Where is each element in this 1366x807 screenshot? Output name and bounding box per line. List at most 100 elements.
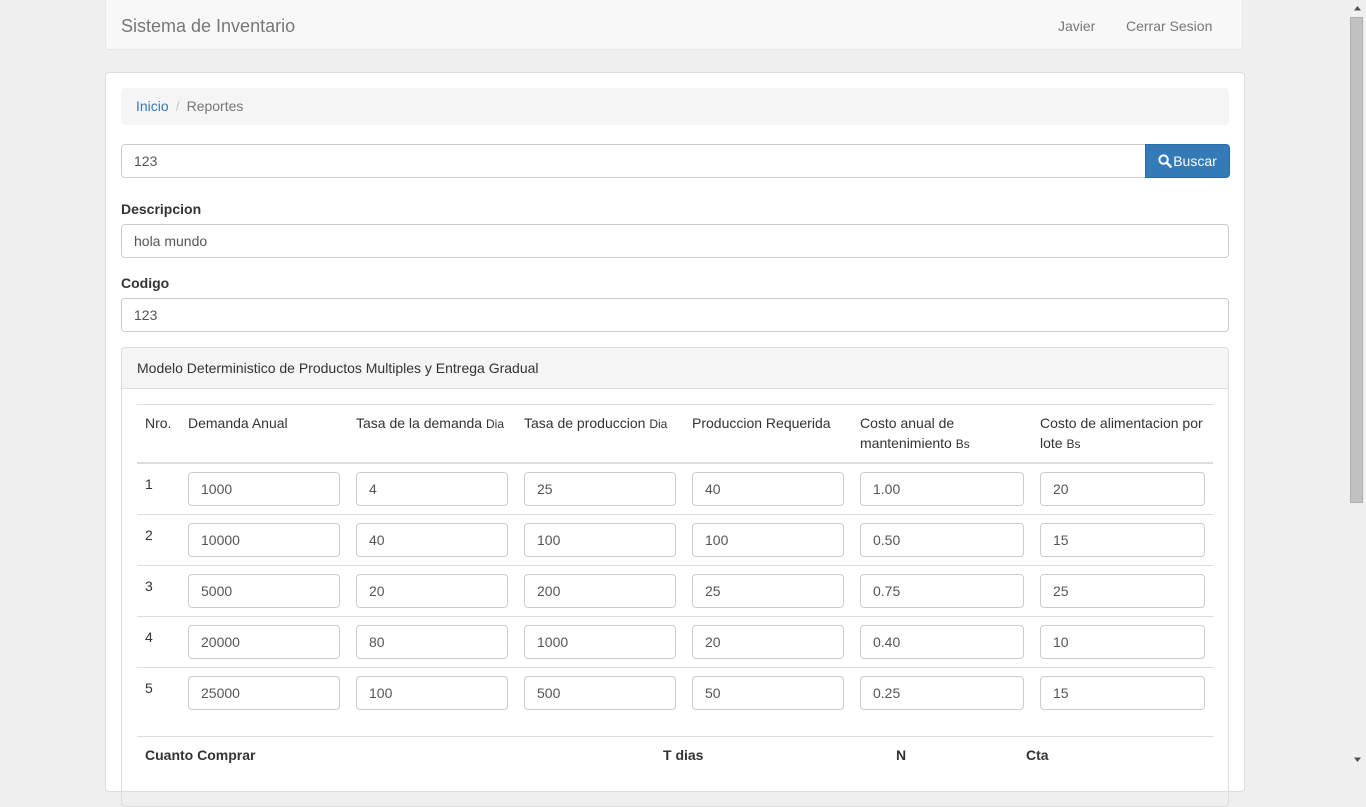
row-number: 4 [137, 616, 180, 668]
table-cell [852, 514, 1032, 566]
table-cell [348, 463, 516, 515]
tasa-demanda-input[interactable] [356, 472, 508, 506]
produccion-requerida-input[interactable] [692, 523, 844, 557]
table-row: 5 [137, 667, 1213, 719]
demanda-anual-input[interactable] [188, 574, 340, 608]
products-table: Nro. Demanda Anual Tasa de la demanda Di… [137, 404, 1213, 719]
table-cell [1032, 463, 1213, 515]
table-cell [180, 565, 348, 617]
summary-n: N [896, 747, 907, 763]
table-cell [684, 565, 852, 617]
table-cell [180, 616, 348, 668]
header-tasa-produccion: Tasa de produccion Dia [516, 404, 684, 464]
costo-alimentacion-input[interactable] [1040, 625, 1205, 659]
table-cell [1032, 616, 1213, 668]
scrollbar-thumb[interactable] [1350, 17, 1363, 503]
table-cell [180, 667, 348, 719]
summary-cta: Cta [1026, 747, 1049, 763]
table-cell [348, 667, 516, 719]
model-panel-title: Modelo Deterministico de Productos Multi… [122, 348, 1228, 389]
codigo-field[interactable] [121, 298, 1229, 332]
table-cell [1032, 565, 1213, 617]
demanda-anual-input[interactable] [188, 676, 340, 710]
scroll-up-arrow-icon[interactable] [1349, 0, 1366, 17]
search-input[interactable] [121, 144, 1146, 178]
nav-user-link[interactable]: Javier [1058, 18, 1095, 34]
page-scrollbar[interactable] [1349, 0, 1366, 768]
descripcion-label: Descripcion [121, 201, 202, 217]
tasa-demanda-input[interactable] [356, 574, 508, 608]
scroll-down-arrow-icon[interactable] [1349, 751, 1366, 768]
navbar: Sistema de Inventario Javier Cerrar Sesi… [105, 0, 1243, 50]
tasa-produccion-input[interactable] [524, 676, 676, 710]
costo-mantenimiento-input[interactable] [860, 574, 1024, 608]
table-cell [516, 565, 684, 617]
table-cell [516, 463, 684, 515]
table-cell [684, 514, 852, 566]
breadcrumb-current: Reportes [186, 98, 244, 114]
unit-bs: Bs [1066, 437, 1081, 451]
table-cell [684, 667, 852, 719]
unit-dia: Dia [649, 417, 668, 431]
model-panel: Modelo Deterministico de Productos Multi… [121, 347, 1229, 807]
table-row: 3 [137, 565, 1213, 617]
produccion-requerida-input[interactable] [692, 574, 844, 608]
search-icon [1158, 154, 1173, 168]
produccion-requerida-input[interactable] [692, 676, 844, 710]
row-number: 3 [137, 565, 180, 617]
demanda-anual-input[interactable] [188, 523, 340, 557]
row-number: 5 [137, 667, 180, 719]
header-costo-mantenimiento: Costo anual de mantenimiento Bs [852, 404, 1032, 464]
demanda-anual-input[interactable] [188, 472, 340, 506]
codigo-label: Codigo [121, 275, 170, 291]
table-row: 2 [137, 514, 1213, 566]
tasa-produccion-input[interactable] [524, 625, 676, 659]
produccion-requerida-input[interactable] [692, 472, 844, 506]
table-cell [852, 565, 1032, 617]
table-row: 1 [137, 463, 1213, 515]
search-button[interactable]: Buscar [1145, 144, 1230, 178]
unit-dia: Dia [485, 417, 504, 431]
costo-alimentacion-input[interactable] [1040, 676, 1205, 710]
table-row: 4 [137, 616, 1213, 668]
breadcrumb-home-link[interactable]: Inicio [136, 98, 169, 114]
tasa-produccion-input[interactable] [524, 472, 676, 506]
products-table-body: 1 2345 [137, 463, 1213, 719]
brand-title[interactable]: Sistema de Inventario [121, 16, 295, 37]
costo-mantenimiento-input[interactable] [860, 472, 1024, 506]
nav-logout-link[interactable]: Cerrar Sesion [1126, 18, 1212, 34]
table-cell [180, 463, 348, 515]
costo-mantenimiento-input[interactable] [860, 625, 1024, 659]
costo-alimentacion-input[interactable] [1040, 574, 1205, 608]
row-number: 1 [145, 476, 153, 492]
main-panel: Inicio / Reportes Buscar Descripcion Codig… [105, 72, 1245, 807]
costo-alimentacion-input[interactable] [1040, 523, 1205, 557]
results-summary-header: Cuanto Comprar T dias N Cta [137, 736, 1213, 777]
tasa-produccion-input[interactable] [524, 574, 676, 608]
header-produccion-requerida: Produccion Requerida [684, 404, 852, 464]
descripcion-field[interactable] [121, 224, 1229, 258]
tasa-demanda-input[interactable] [356, 625, 508, 659]
table-cell [1032, 514, 1213, 566]
costo-mantenimiento-input[interactable] [860, 523, 1024, 557]
header-costo-alimentacion: Costo de alimentacion por lote Bs [1032, 404, 1213, 464]
table-cell [180, 514, 348, 566]
search-button-label: Buscar [1173, 153, 1217, 169]
table-cell [1032, 667, 1213, 719]
table-cell [852, 463, 1032, 515]
table-cell [516, 616, 684, 668]
table-cell [852, 667, 1032, 719]
model-panel-body: Nro. Demanda Anual Tasa de la demanda Di… [122, 389, 1228, 763]
breadcrumb-separator: / [175, 98, 180, 114]
costo-mantenimiento-input[interactable] [860, 676, 1024, 710]
table-cell [348, 616, 516, 668]
table-cell [516, 514, 684, 566]
tasa-demanda-input[interactable] [356, 676, 508, 710]
produccion-requerida-input[interactable] [692, 625, 844, 659]
table-cell [684, 463, 852, 515]
demanda-anual-input[interactable] [188, 625, 340, 659]
unit-bs: Bs [955, 437, 970, 451]
tasa-produccion-input[interactable] [524, 523, 676, 557]
tasa-demanda-input[interactable] [356, 523, 508, 557]
costo-alimentacion-input[interactable] [1040, 472, 1205, 506]
